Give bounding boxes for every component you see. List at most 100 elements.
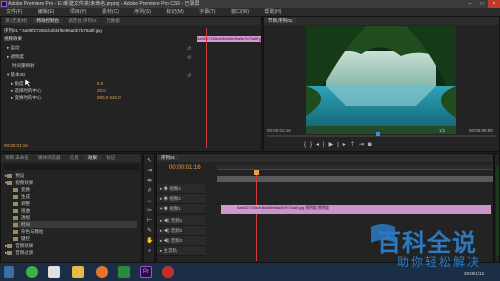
rolling-edit-tool-icon[interactable]: # bbox=[146, 188, 153, 195]
notepad-icon[interactable] bbox=[48, 266, 60, 278]
hand-tool-icon[interactable]: ✋ bbox=[146, 238, 153, 245]
reset-icon[interactable]: ↺ bbox=[187, 46, 191, 52]
browser-360-icon[interactable] bbox=[26, 266, 38, 278]
track-header[interactable]: ▸ ◀) 音频2 bbox=[157, 226, 205, 236]
time-remap-row[interactable]: 时间重映射 bbox=[12, 63, 35, 69]
reset-icon[interactable]: ↺ bbox=[187, 55, 191, 61]
effects-item[interactable]: 扭曲 bbox=[13, 207, 30, 214]
effects-item[interactable]: 透视 bbox=[13, 214, 30, 221]
track-header[interactable]: ▸ ◀) 音频3 bbox=[157, 236, 205, 246]
track-header[interactable]: ▸ ◀) 音频1 bbox=[157, 216, 205, 226]
effect-controls-tabbar: 源:(无素材) 特效控制台 调音台:序列01 元数据 bbox=[1, 17, 261, 25]
tab-program[interactable]: 节目:序列01 bbox=[264, 18, 297, 23]
file-explorer-icon[interactable] bbox=[72, 266, 84, 278]
slip-tool-icon[interactable]: ⊢ bbox=[146, 218, 153, 225]
menu-bar: 文件(F) 编辑(E) 项目(P) 素材(C) 序列(S) 标记(M) 字幕(T… bbox=[0, 8, 500, 16]
program-monitor-panel: 节目:序列01 00:00:01:16 1/2 00:00:05:00 {}◂|… bbox=[263, 16, 500, 152]
effects-panel-tabbar: 项目:未命名 媒体浏览器 信息 效果 标记 bbox=[1, 154, 141, 162]
playhead-handle[interactable] bbox=[254, 170, 259, 175]
tab-project[interactable]: 项目:未命名 bbox=[1, 155, 33, 160]
opacity-effect-row[interactable]: ▸ 透明度 bbox=[7, 54, 24, 60]
program-playhead[interactable] bbox=[376, 132, 380, 136]
menu-edit[interactable]: 编辑(E) bbox=[38, 9, 55, 15]
transform-effect-row[interactable]: ▾ 基本3D bbox=[7, 72, 25, 78]
tab-media-browser[interactable]: 媒体浏览器 bbox=[34, 155, 65, 160]
tab-metadata[interactable]: 元数据 bbox=[102, 18, 124, 23]
menu-file[interactable]: 文件(F) bbox=[6, 9, 22, 15]
ripple-edit-tool-icon[interactable]: ⇹ bbox=[146, 178, 153, 185]
track-header[interactable]: ▾ ◉ 视频1 bbox=[157, 204, 205, 214]
menu-title[interactable]: 字幕(T) bbox=[199, 9, 215, 15]
effect-playhead[interactable] bbox=[206, 28, 207, 148]
effects-item[interactable]: 生成 bbox=[13, 193, 30, 200]
selection-tool-icon[interactable]: ↖ bbox=[146, 158, 153, 165]
folder-icon bbox=[7, 251, 13, 255]
video-clip[interactable]: 5a98f27265cb3fd4f8e96a0b7b75a8f.jpg 透明度:… bbox=[221, 205, 491, 214]
play-icon[interactable]: ▶ bbox=[329, 142, 338, 148]
effects-folder-audio-effects[interactable]: ▸ 音频效果 bbox=[5, 242, 33, 249]
program-ratio[interactable]: 1/2 bbox=[439, 128, 445, 133]
folder-icon bbox=[13, 188, 18, 192]
motion-effect-row[interactable]: ▸ 运动 bbox=[7, 45, 20, 51]
window-titlebar: Adobe Premiere Pro - E:\新建文件夹\未命名.prproj… bbox=[0, 0, 500, 8]
param-value-transform-center[interactable]: 960.0 540.0 bbox=[97, 95, 121, 101]
tab-markers[interactable]: 标记 bbox=[102, 155, 119, 160]
tab-audio-mixer[interactable]: 调音台:序列01 bbox=[64, 18, 101, 23]
pen-tool-icon[interactable]: ✎ bbox=[146, 228, 153, 235]
media-app-icon[interactable] bbox=[118, 266, 130, 278]
effects-folder-presets[interactable]: ▸ 预设 bbox=[5, 172, 24, 179]
tab-source[interactable]: 源:(无素材) bbox=[1, 18, 31, 23]
lift-icon[interactable]: ⇡ bbox=[350, 142, 359, 148]
firefox-icon[interactable] bbox=[96, 266, 108, 278]
param-row-angle: ▸ 角度 bbox=[11, 81, 24, 86]
effects-item-selected[interactable]: 时间 bbox=[13, 221, 137, 228]
track-header[interactable]: ▸ ◉ 视频2 bbox=[157, 194, 205, 204]
tab-sequence[interactable]: 序列01 bbox=[157, 155, 180, 160]
folder-icon bbox=[13, 209, 18, 213]
program-scrub-bar[interactable] bbox=[267, 135, 497, 137]
zoom-tool-icon[interactable]: ⌕ bbox=[146, 248, 153, 255]
razor-tool-icon[interactable]: ✂ bbox=[146, 208, 153, 215]
effects-item[interactable]: 杂色与颗粒 bbox=[13, 228, 44, 235]
track-header[interactable]: ▸ ◉ 视频3 bbox=[157, 184, 205, 194]
maximize-button[interactable]: □ bbox=[476, 0, 488, 8]
window-title: Adobe Premiere Pro - E:\新建文件夹\未命名.prproj… bbox=[8, 1, 200, 7]
param-value-select-center[interactable]: 20.0 bbox=[97, 88, 106, 94]
reset-icon[interactable]: ↺ bbox=[187, 73, 191, 79]
close-button[interactable]: × bbox=[488, 0, 500, 8]
effects-folder-audio-transitions[interactable]: ▸ 音频过渡 bbox=[5, 249, 33, 256]
taskbar-date: 2019/1/12 bbox=[464, 271, 485, 276]
transport-controls: {}◂|▶|▸⇡⇥◙ bbox=[304, 141, 464, 149]
menu-project[interactable]: 项目(P) bbox=[70, 9, 87, 15]
camera-icon[interactable]: ◙ bbox=[368, 142, 376, 148]
menu-help[interactable]: 帮助(H) bbox=[264, 9, 281, 15]
param-value-angle[interactable]: 0.0 bbox=[97, 81, 103, 87]
menu-window[interactable]: 窗口(W) bbox=[231, 9, 249, 15]
effects-item[interactable]: 变换 bbox=[13, 186, 30, 193]
effects-item[interactable]: 调整 bbox=[13, 200, 30, 207]
step-back-icon[interactable]: ◂| bbox=[316, 142, 329, 148]
recorder-icon[interactable] bbox=[162, 266, 174, 278]
timeline-timecode: 00:00:01:16 bbox=[169, 165, 201, 171]
work-area-bar[interactable] bbox=[217, 176, 493, 182]
folder-icon bbox=[7, 181, 13, 185]
step-forward-icon[interactable]: |▸ bbox=[337, 142, 350, 148]
menu-clip[interactable]: 素材(C) bbox=[102, 9, 119, 15]
tab-effect-controls[interactable]: 特效控制台 bbox=[32, 18, 64, 23]
track-header[interactable]: ▸ 主音轨 bbox=[157, 246, 205, 256]
premiere-taskbar-icon[interactable]: Pr bbox=[140, 266, 152, 278]
track-select-tool-icon[interactable]: ⇥ bbox=[146, 168, 153, 175]
program-video-frame bbox=[306, 26, 456, 134]
menu-marker[interactable]: 标记(M) bbox=[166, 9, 184, 15]
effects-item[interactable]: 键控 bbox=[13, 235, 30, 242]
minimize-button[interactable]: – bbox=[464, 0, 476, 8]
effects-search-input[interactable] bbox=[4, 164, 139, 170]
start-button-icon[interactable] bbox=[4, 266, 14, 278]
tab-info[interactable]: 信息 bbox=[66, 155, 83, 160]
rate-stretch-tool-icon[interactable]: ↔ bbox=[146, 198, 153, 205]
effects-folder-video-effects[interactable]: ▾ 视频效果 bbox=[5, 179, 33, 186]
tab-effects[interactable]: 效果 bbox=[84, 155, 102, 160]
menu-sequence[interactable]: 序列(S) bbox=[134, 9, 151, 15]
extract-icon[interactable]: ⇥ bbox=[359, 142, 368, 148]
effect-controls-timecode: 00:00:01:16 bbox=[4, 143, 28, 148]
